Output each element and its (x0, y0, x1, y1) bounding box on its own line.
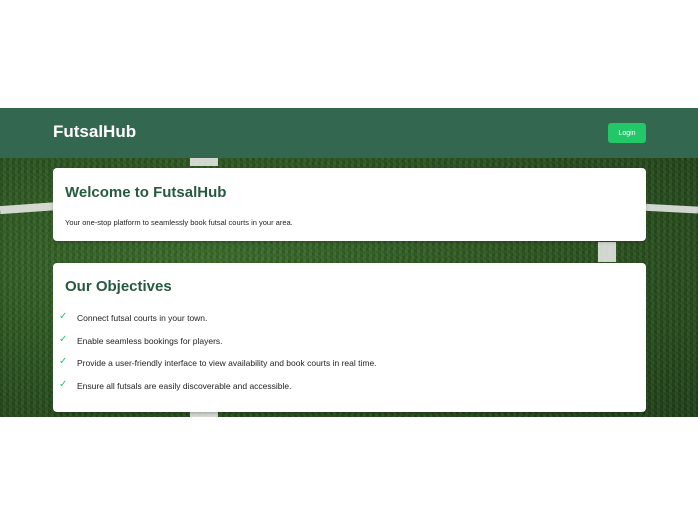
list-item: ✓ Connect futsal courts in your town. (53, 311, 646, 334)
top-navbar: FutsalHub Login (0, 108, 698, 158)
check-icon: ✓ (59, 356, 68, 367)
list-item: ✓ Enable seamless bookings for players. (53, 334, 646, 357)
brand-logo-text[interactable]: FutsalHub (53, 122, 136, 142)
field-line (598, 242, 616, 262)
objectives-title: Our Objectives (65, 278, 172, 295)
welcome-card: Welcome to FutsalHub Your one-stop platf… (53, 168, 646, 241)
objective-text: Enable seamless bookings for players. (77, 335, 223, 346)
welcome-title: Welcome to FutsalHub (65, 184, 227, 201)
objective-text: Provide a user-friendly interface to vie… (77, 358, 377, 368)
objectives-card: Our Objectives ✓ Connect futsal courts i… (53, 263, 646, 412)
list-item: ✓ Ensure all futsals are easily discover… (53, 379, 646, 402)
login-button[interactable]: Login (608, 123, 646, 143)
check-icon: ✓ (59, 378, 68, 390)
objective-text: Connect futsal courts in your town. (77, 313, 208, 323)
field-line (190, 158, 218, 166)
objectives-list: ✓ Connect futsal courts in your town. ✓ … (53, 311, 646, 401)
check-icon: ✓ (59, 333, 68, 345)
list-item: ✓ Provide a user-friendly interface to v… (53, 356, 646, 379)
welcome-description: Your one-stop platform to seamlessly boo… (65, 218, 293, 227)
check-icon: ✓ (59, 311, 68, 322)
objective-text: Ensure all futsals are easily discoverab… (77, 380, 292, 391)
